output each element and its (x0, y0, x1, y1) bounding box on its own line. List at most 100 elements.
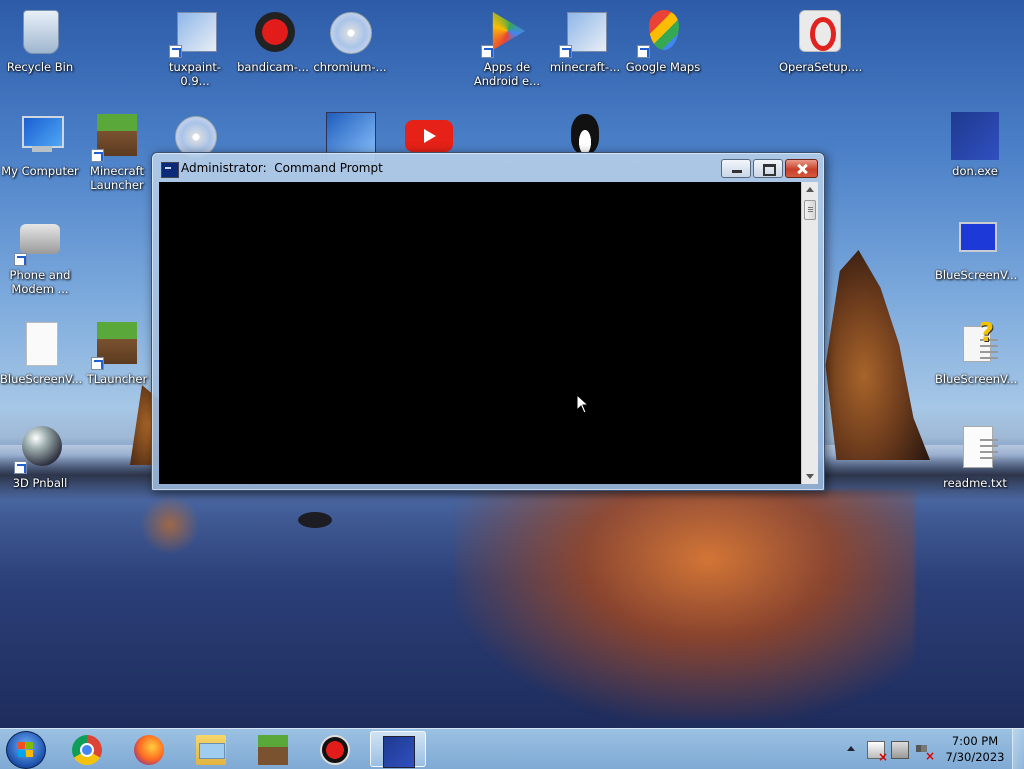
action-center-warning-icon[interactable] (867, 741, 888, 764)
taskbar-file-explorer[interactable] (184, 731, 240, 767)
desktop-icon-label: Phone and Modem ... (9, 268, 71, 296)
record-icon (320, 735, 350, 765)
installer-icon (567, 12, 607, 52)
desktop-icon-label: BlueScreenV... (0, 372, 83, 386)
scroll-down-icon[interactable] (806, 474, 814, 479)
firefox-icon (134, 735, 164, 765)
computer-base (32, 146, 52, 152)
tux-penguin-icon (571, 114, 599, 154)
installer-icon (330, 12, 372, 54)
text-file-icon (963, 426, 998, 468)
shortcut-arrow-icon (14, 461, 27, 474)
shortcut-arrow-icon (637, 45, 650, 58)
opera-icon (799, 10, 841, 52)
console-output[interactable] (159, 182, 801, 484)
desktop-icon-bluescreenview-2[interactable]: BlueScreenV... (0, 320, 83, 386)
desktop-icon-label: bandicam-... (237, 60, 309, 74)
chrome-icon (72, 735, 102, 765)
desktop-icon-label: BlueScreenV... (935, 268, 1018, 282)
pinball-icon (22, 426, 62, 466)
desktop-icon-recycle-bin[interactable]: Recycle Bin (0, 8, 80, 74)
console-icon[interactable] (161, 162, 179, 178)
desktop-icon-apps-android[interactable]: Apps de Android e... (467, 8, 547, 88)
question-mark-icon: ? (979, 318, 995, 348)
clock-date: 7/30/2023 (945, 750, 1005, 764)
desktop-icon-minecraft-launcher[interactable]: Minecraft Launcher (77, 112, 157, 192)
installer-icon (255, 12, 295, 52)
network-icon[interactable] (891, 741, 909, 759)
taskbar-minecraft[interactable] (246, 731, 302, 767)
desktop-icon-label: minecraft-... (549, 60, 621, 74)
maps-pin-icon (649, 10, 679, 50)
wallpaper-rock (825, 250, 930, 460)
shortcut-arrow-icon (169, 45, 182, 58)
system-clock[interactable]: 7:00 PM 7/30/2023 (940, 733, 1010, 765)
desktop-icon-label: chromium-... (313, 60, 387, 74)
start-button[interactable] (6, 731, 46, 769)
desktop-icon-tlauncher[interactable]: TLauncher (77, 320, 157, 386)
desktop-icon-bluescreenview-3[interactable]: ? BlueScreenV... (935, 318, 1018, 386)
document-icon (26, 322, 58, 366)
desktop-icon-label: Apps de Android e... (473, 60, 541, 88)
desktop-icon-label: Recycle Bin (6, 60, 74, 74)
folder-icon (196, 735, 226, 765)
installer-icon (177, 12, 217, 52)
app-icon (383, 736, 415, 768)
maximize-button[interactable] (753, 159, 783, 178)
desktop-icon-bandicam[interactable]: bandicam-... (233, 8, 313, 74)
desktop-icon-label: BlueScreenV... (935, 372, 1018, 386)
desktop-icon-don-exe[interactable]: don.exe (935, 112, 1015, 178)
computer-icon (22, 116, 64, 148)
shortcut-arrow-icon (14, 253, 27, 266)
play-store-icon (492, 12, 526, 50)
desktop-icon-label: tuxpaint-0.9... (168, 60, 222, 88)
desktop-icon-opera-setup[interactable]: OperaSetup.... (779, 8, 863, 74)
shortcut-arrow-icon (91, 149, 104, 162)
desktop-icon-phone-modem[interactable]: Phone and Modem ... (0, 216, 80, 296)
close-icon (786, 160, 817, 177)
phone-icon (20, 224, 60, 254)
desktop-icon-label: My Computer (1, 164, 79, 178)
wallpaper-reflection-left (140, 495, 200, 555)
desktop-icon-tuxpaint[interactable]: tuxpaint-0.9... (155, 8, 235, 88)
show-hidden-icons-icon[interactable] (847, 746, 855, 751)
desktop-icon-label: 3D Pnball (12, 476, 68, 490)
show-desktop-button[interactable] (1012, 729, 1024, 769)
grass-block-icon (258, 735, 288, 765)
taskbar-firefox[interactable] (122, 731, 178, 767)
maximize-icon (754, 160, 782, 177)
vertical-scrollbar[interactable] (801, 182, 818, 484)
desktop-icon-bluescreenview-1[interactable]: BlueScreenV... (935, 216, 1018, 282)
youtube-icon (405, 120, 453, 152)
command-prompt-window[interactable]: Administrator: Command Prompt (151, 152, 825, 491)
desktop-icon-my-computer[interactable]: My Computer (0, 112, 80, 178)
desktop-wallpaper: Recycle Bin tuxpaint-0.9... bandicam-...… (0, 0, 1024, 728)
desktop-icon-minecraft-setup[interactable]: minecraft-... (545, 8, 625, 74)
shortcut-arrow-icon (559, 45, 572, 58)
minimize-button[interactable] (721, 159, 751, 178)
desktop-icon-google-maps[interactable]: Google Maps (623, 8, 703, 74)
clock-time: 7:00 PM (951, 734, 999, 748)
window-titlebar[interactable]: Administrator: Command Prompt (152, 153, 824, 183)
volume-muted-icon[interactable] (915, 741, 935, 763)
desktop-icon-pinball[interactable]: 3D Pnball (0, 424, 80, 490)
taskbar-recorder[interactable] (308, 731, 364, 767)
desktop-icon-label: readme.txt (943, 476, 1007, 490)
shortcut-arrow-icon (91, 357, 104, 370)
desktop-icon-readme[interactable]: readme.txt (935, 424, 1015, 490)
wallpaper-stone (298, 512, 332, 528)
scroll-up-icon[interactable] (806, 187, 814, 192)
desktop-icon-label: Minecraft Launcher (90, 164, 144, 192)
desktop-icon-label: TLauncher (86, 372, 148, 386)
desktop-icon-label: OperaSetup.... (779, 60, 863, 74)
close-button[interactable] (785, 159, 818, 178)
app-icon (951, 112, 999, 160)
windows-logo-icon (18, 742, 34, 758)
monitor-icon (959, 222, 997, 252)
wallpaper-reflection (455, 490, 915, 720)
taskbar: 7:00 PM 7/30/2023 (0, 728, 1024, 769)
taskbar-chrome[interactable] (60, 731, 116, 767)
taskbar-don-exe[interactable] (370, 731, 426, 768)
desktop-icon-chromium[interactable]: chromium-... (310, 8, 390, 74)
scroll-thumb[interactable] (804, 200, 816, 220)
